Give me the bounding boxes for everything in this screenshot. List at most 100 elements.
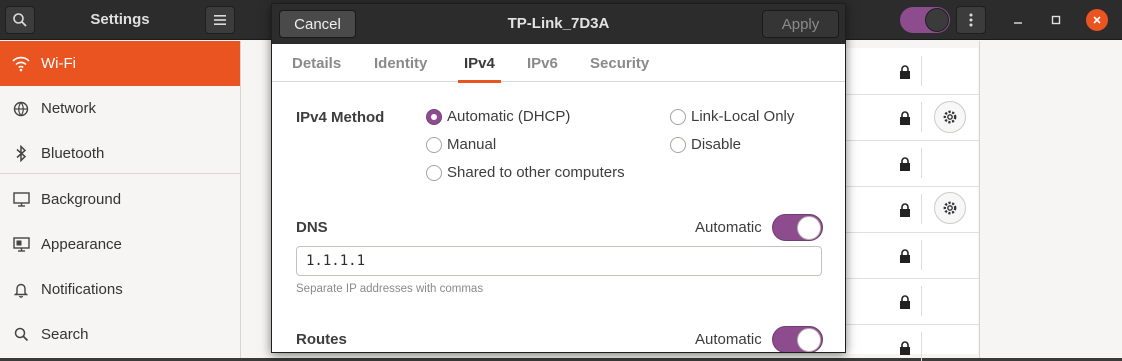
dns-automatic-switch[interactable] — [772, 214, 823, 241]
row-separator — [846, 232, 979, 233]
menu-button[interactable] — [205, 6, 235, 34]
routes-automatic-switch[interactable] — [772, 326, 823, 352]
sidebar-item-notifications[interactable]: Notifications — [0, 267, 240, 312]
radio-disable[interactable]: Disable — [670, 136, 741, 153]
sidebar-item-label: Wi-Fi — [41, 55, 76, 72]
routes-label: Routes — [296, 331, 347, 348]
settings-title: Settings — [90, 11, 150, 28]
sidebar-item-search[interactable]: Search — [0, 312, 240, 357]
dns-label: DNS — [296, 219, 328, 236]
row-separator — [846, 140, 979, 141]
maximize-icon — [1051, 15, 1061, 25]
search-button[interactable] — [5, 6, 35, 34]
radio-label: Manual — [447, 136, 497, 153]
radio-automatic-dhcp[interactable]: Automatic (DHCP) — [426, 108, 570, 125]
search-icon — [13, 13, 27, 27]
radio-label: Link-Local Only — [691, 108, 795, 125]
sidebar-item-label: Background — [41, 191, 122, 208]
lock-icon — [900, 157, 910, 171]
switch-knob — [797, 216, 821, 240]
row-separator — [846, 278, 979, 279]
lock-icon — [900, 203, 910, 217]
search-icon — [11, 325, 31, 345]
window-edge — [979, 41, 1122, 358]
sidebar-item-appearance[interactable]: Appearance — [0, 222, 240, 267]
radio-label: Automatic (DHCP) — [447, 108, 571, 125]
background-icon — [11, 190, 31, 210]
network-list — [845, 48, 979, 361]
close-icon — [1093, 16, 1101, 24]
close-button[interactable] — [1086, 9, 1108, 31]
network-settings-button[interactable] — [934, 101, 966, 133]
ipv4-method-label: IPv4 Method — [296, 109, 385, 126]
sidebar-item-label: Appearance — [41, 236, 122, 253]
lock-icon — [900, 295, 910, 309]
tab-security[interactable]: Security — [590, 44, 649, 82]
sidebar-item-label: Search — [41, 326, 89, 343]
sidebar-item-label: Bluetooth — [41, 145, 105, 162]
routes-automatic-label: Automatic — [695, 331, 762, 348]
bell-icon — [11, 280, 31, 300]
dns-automatic-label: Automatic — [695, 219, 762, 236]
sidebar-item-bluetooth[interactable]: Bluetooth — [0, 131, 240, 176]
lock-icon — [900, 111, 910, 125]
radio-shared[interactable]: Shared to other computers — [426, 164, 625, 181]
radio-indicator — [426, 164, 442, 181]
row-divider — [921, 332, 922, 361]
row-divider — [921, 286, 922, 316]
dialog-headerbar: Cancel TP-Link_7D3A Apply — [272, 4, 845, 44]
lock-icon — [900, 341, 910, 355]
lock-icon — [900, 249, 910, 263]
sidebar-item-background[interactable]: Background — [0, 177, 240, 222]
radio-indicator — [670, 108, 686, 125]
wifi-menu-button[interactable] — [956, 6, 986, 34]
bluetooth-icon — [11, 144, 31, 164]
radio-label: Shared to other computers — [447, 164, 625, 181]
hamburger-icon — [214, 15, 226, 25]
radio-manual[interactable]: Manual — [426, 136, 496, 153]
gear-icon — [943, 110, 957, 124]
tab-identity[interactable]: Identity — [374, 44, 427, 82]
dns-input[interactable] — [296, 246, 822, 276]
apply-button[interactable]: Apply — [762, 10, 839, 38]
cancel-button[interactable]: Cancel — [279, 10, 356, 38]
network-icon — [11, 99, 31, 119]
radio-indicator — [670, 136, 686, 153]
radio-indicator — [426, 136, 442, 153]
row-divider — [921, 56, 922, 86]
minimize-icon — [1014, 22, 1022, 24]
appearance-icon — [11, 235, 31, 255]
switch-knob — [797, 328, 821, 352]
network-settings-button[interactable] — [934, 192, 966, 224]
row-divider — [921, 240, 922, 270]
lock-icon — [900, 65, 910, 79]
dialog-title: TP-Link_7D3A — [507, 15, 610, 32]
wifi-connection-dialog: Cancel TP-Link_7D3A Apply Details Identi… — [271, 3, 846, 353]
tab-ipv4[interactable]: IPv4 — [458, 44, 501, 83]
toggle-knob — [925, 8, 949, 32]
row-divider — [921, 102, 922, 132]
more-vertical-icon — [969, 13, 973, 27]
maximize-button[interactable] — [1045, 9, 1067, 31]
settings-sidebar: Wi-Fi Network Bluetooth Background Appea… — [0, 41, 241, 358]
sidebar-item-network[interactable]: Network — [0, 86, 240, 131]
wifi-power-toggle[interactable] — [900, 7, 950, 33]
gear-icon — [943, 201, 957, 215]
tab-details[interactable]: Details — [292, 44, 341, 82]
tab-ipv6[interactable]: IPv6 — [527, 44, 558, 82]
radio-indicator — [426, 108, 442, 125]
row-divider — [921, 194, 922, 224]
dns-hint: Separate IP addresses with commas — [296, 283, 484, 295]
dialog-tabs: Details Identity IPv4 IPv6 Security — [272, 44, 845, 83]
sidebar-separator — [0, 173, 240, 174]
row-separator — [846, 94, 979, 95]
sidebar-item-wifi[interactable]: Wi-Fi — [0, 41, 240, 86]
row-separator — [846, 324, 979, 325]
row-divider — [921, 148, 922, 178]
sidebar-item-label: Network — [41, 100, 97, 117]
minimize-button[interactable] — [1007, 9, 1029, 31]
wifi-icon — [11, 54, 31, 74]
radio-link-local-only[interactable]: Link-Local Only — [670, 108, 794, 125]
radio-label: Disable — [691, 136, 742, 153]
sidebar-item-label: Notifications — [41, 281, 123, 298]
